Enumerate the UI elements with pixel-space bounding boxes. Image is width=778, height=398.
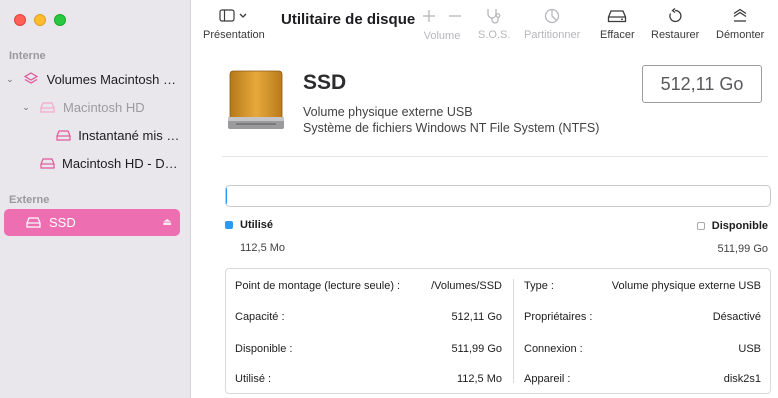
info-key: Disponible :: [235, 343, 293, 355]
used-value: 112,5 Mo: [240, 242, 286, 254]
chevron-down-icon[interactable]: ⌄: [4, 74, 16, 85]
restore-icon: [667, 6, 683, 26]
volume-button[interactable]: Volume: [422, 6, 462, 42]
erase-button[interactable]: Effacer: [600, 6, 635, 41]
chevron-down-icon[interactable]: ⌄: [20, 102, 32, 113]
section-label-internal: Interne: [9, 50, 46, 62]
info-value: /Volumes/SSD: [431, 280, 502, 292]
table-row: Utilisé : 112,5 Mo: [235, 373, 502, 385]
drive-name: SSD: [303, 71, 347, 94]
info-value: 511,99 Go: [451, 343, 502, 355]
table-row: Type : Volume physique externe USB: [524, 280, 761, 292]
restore-button[interactable]: Restaurer: [651, 6, 699, 41]
partition-button[interactable]: Partitionner: [524, 6, 580, 41]
table-row: Appareil : disk2s1: [524, 373, 761, 385]
info-value: 112,5 Mo: [456, 373, 502, 385]
sos-button[interactable]: S.O.S.: [478, 6, 510, 41]
eraser-drive-icon: [607, 6, 627, 26]
table-row: Connexion : USB: [524, 343, 761, 355]
info-key: Type :: [524, 280, 554, 292]
usage-bar: [225, 185, 771, 207]
layers-icon: [22, 72, 40, 86]
sidebar-item-label: Macintosh HD: [63, 99, 145, 115]
info-key: Utilisé :: [235, 373, 272, 385]
info-table: Point de montage (lecture seule) : /Volu…: [225, 268, 771, 394]
partition-label: Partitionner: [524, 29, 581, 41]
drive-icon: [40, 156, 55, 170]
drive-description: Volume physique externe USB: [303, 105, 473, 119]
pie-chart-icon: [544, 6, 560, 26]
toolbar: Présentation Utilitaire de disque Volume…: [191, 0, 778, 52]
legend-free: Disponible 511,99 Go: [696, 220, 768, 255]
plus-minus-icon: [422, 6, 462, 26]
drive-filesystem: Système de fichiers Windows NT File Syst…: [303, 121, 600, 135]
free-title: Disponible: [711, 220, 768, 232]
info-value: disk2s1: [723, 373, 761, 385]
sidebar-item-volumes-macintosh[interactable]: ⌄ Volumes Macintosh HD: [4, 66, 180, 92]
sos-label: S.O.S.: [478, 29, 511, 41]
sidebar-item-macintosh-hd-data[interactable]: Macintosh HD - Données: [40, 150, 180, 176]
table-row: Point de montage (lecture seule) : /Volu…: [235, 280, 502, 292]
free-swatch: [696, 222, 705, 230]
info-key: Point de montage (lecture seule) :: [235, 280, 401, 292]
sidebar-item-label: SSD: [49, 215, 76, 230]
sidebar-icon: [219, 6, 249, 26]
free-value: 511,99 Go: [717, 243, 768, 255]
info-value: Volume physique externe USB: [611, 280, 761, 292]
window-title: Utilitaire de disque: [281, 11, 416, 28]
sidebar-item-label: Instantané mis à jour: [78, 127, 180, 143]
drive-icon: [24, 216, 42, 230]
sidebar-item-label: Macintosh HD - Données: [62, 155, 180, 171]
sidebar-item-ssd[interactable]: SSD ⏏: [4, 209, 180, 236]
used-title: Utilisé: [240, 219, 274, 231]
info-value: Désactivé: [712, 311, 761, 323]
volume-label: Volume: [423, 30, 461, 42]
stethoscope-icon: [485, 6, 503, 26]
drive-icon: [38, 100, 56, 114]
presentation-label: Présentation: [203, 29, 265, 41]
info-key: Connexion :: [524, 343, 583, 355]
info-key: Capacité :: [235, 311, 285, 323]
info-value: 512,11 Go: [451, 311, 502, 323]
sidebar-item-label: Volumes Macintosh HD: [46, 71, 180, 87]
unmount-icon: [732, 6, 748, 26]
unmount-label: Démonter: [716, 29, 765, 41]
restore-label: Restaurer: [651, 29, 700, 41]
table-row: Disponible : 511,99 Go: [235, 343, 502, 355]
sidebar: Interne ⌄ Volumes Macintosh HD ⌄ Macinto…: [0, 0, 191, 398]
info-key: Propriétaires :: [524, 311, 593, 323]
erase-label: Effacer: [600, 29, 635, 41]
used-swatch: [225, 221, 233, 229]
section-label-external: Externe: [9, 194, 50, 206]
divider: [222, 156, 768, 157]
close-window-button[interactable]: [14, 14, 26, 26]
table-row: Propriétaires : Désactivé: [524, 311, 761, 323]
table-row: Capacité : 512,11 Go: [235, 311, 502, 323]
legend-used: Utilisé 112,5 Mo: [225, 219, 285, 254]
info-value: USB: [738, 343, 761, 355]
presentation-button[interactable]: Présentation: [203, 6, 265, 41]
window-controls: [14, 14, 66, 26]
zoom-window-button[interactable]: [54, 14, 66, 26]
drive-icon: [56, 128, 71, 142]
eject-icon[interactable]: ⏏: [163, 217, 172, 228]
sidebar-item-snapshot[interactable]: Instantané mis à jour: [56, 122, 180, 148]
unmount-button[interactable]: Démonter: [716, 6, 764, 41]
capacity-badge: 512,11 Go: [642, 65, 762, 103]
drive-image: [226, 69, 286, 133]
info-key: Appareil :: [524, 373, 571, 385]
table-divider: [513, 279, 514, 383]
minimize-window-button[interactable]: [34, 14, 46, 26]
sidebar-item-macintosh-hd[interactable]: ⌄ Macintosh HD: [20, 94, 180, 120]
